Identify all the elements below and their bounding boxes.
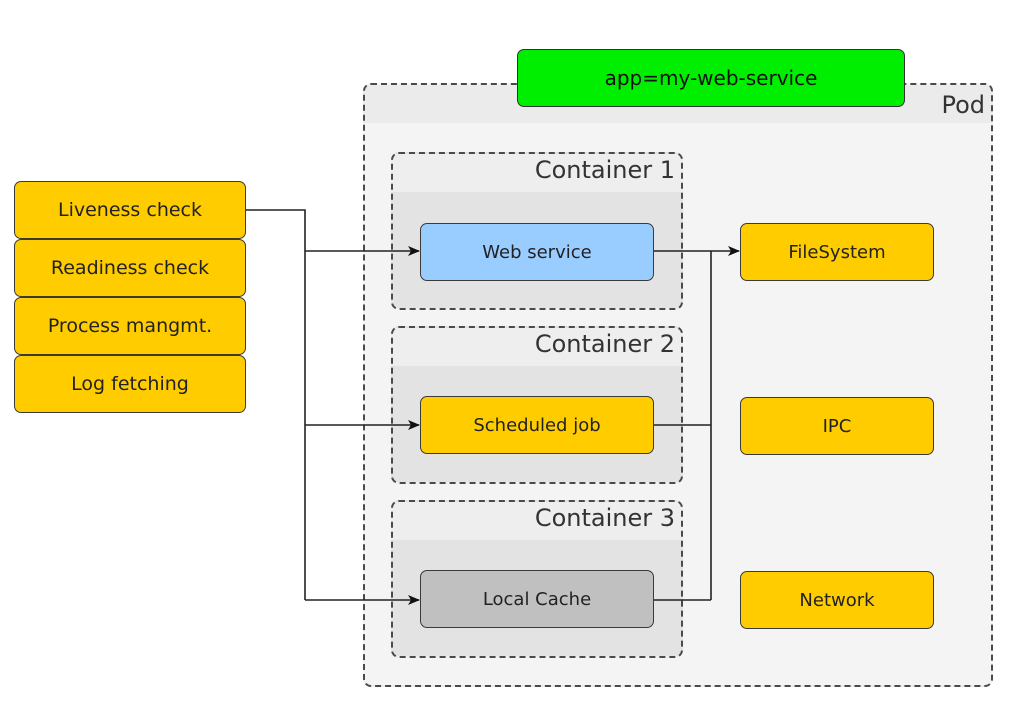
process-local-cache: Local Cache — [420, 570, 654, 628]
probe-readiness-check: Readiness check — [14, 239, 246, 297]
process-scheduled-job: Scheduled job — [420, 396, 654, 454]
resource-network: Network — [740, 571, 934, 629]
resource-ipc: IPC — [740, 397, 934, 455]
container-2-title: Container 2 — [534, 330, 675, 358]
wire-probe-trunk — [246, 209, 306, 600]
probe-liveness-check: Liveness check — [14, 181, 246, 239]
process-web-service: Web service — [420, 223, 654, 281]
container-3-title: Container 3 — [534, 504, 675, 532]
app-label-badge: app=my-web-service — [517, 49, 905, 107]
pod-label: Pod — [941, 91, 985, 119]
probe-log-fetching: Log fetching — [14, 355, 246, 413]
container-1-title: Container 1 — [534, 156, 675, 184]
probe-process-management: Process mangmt. — [14, 297, 246, 355]
resource-filesystem: FileSystem — [740, 223, 934, 281]
